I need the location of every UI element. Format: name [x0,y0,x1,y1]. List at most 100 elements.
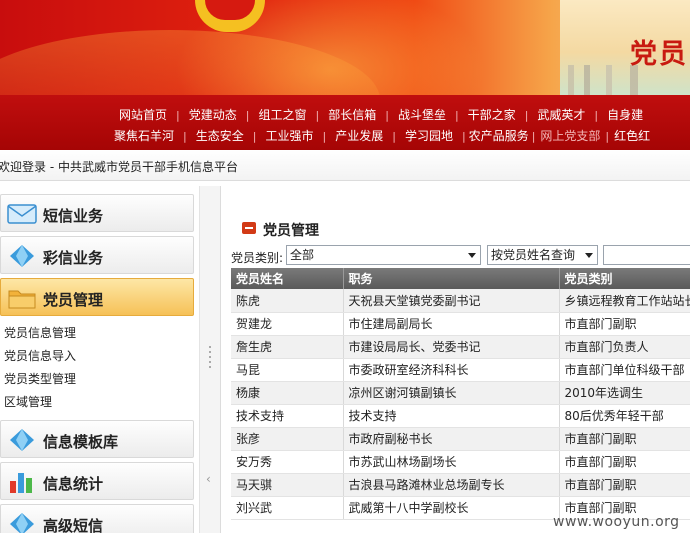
cell-name[interactable]: 安万秀 [231,450,344,474]
query-mode-select[interactable]: 按党员姓名查询 [487,245,598,265]
sidebar-splitter[interactable]: ‹ [200,186,220,533]
sidebar-section-templates[interactable]: 信息模板库 [0,420,194,458]
bar-chart-icon [10,473,32,493]
table-row[interactable]: 技术支持 技术支持 80后优秀年轻干部 [231,404,690,428]
collapse-arrow-icon[interactable]: ‹ [206,472,211,486]
sidebar-section-label: 党员管理 [43,291,104,309]
chevron-down-icon [585,253,593,258]
nav-link-eco-safety[interactable]: 生态安全 [187,127,253,145]
column-header-position[interactable]: 职务 [343,268,560,289]
member-type-select[interactable]: 全部 [286,245,481,265]
cell-name[interactable]: 刘兴武 [231,496,344,520]
member-type-select-value: 全部 [290,248,315,262]
query-mode-select-value: 按党员姓名查询 [491,248,576,262]
sidebar-section-label: 高级短信 [43,517,104,533]
cell-category: 市直部门单位科级干部 [559,358,690,382]
cell-position: 市苏武山林场副场长 [343,450,560,474]
table-row[interactable]: 杨康 凉州区谢河镇副镇长 2010年选调生 [231,381,690,405]
diamond-icon [10,245,34,267]
diamond-icon [10,513,34,533]
panel-title-icon [242,222,256,234]
main-panel: 党员管理 党员类别: 全部 按党员姓名查询 党员姓名 职务 党员类别 陈虎 天祝县… [220,186,690,533]
cell-name[interactable]: 张彦 [231,427,344,451]
cell-name[interactable]: 詹生虎 [231,335,344,359]
sidebar-section-advanced-sms[interactable]: 高级短信 [0,504,194,533]
page-title: 党员管理 [263,223,319,239]
nav-link-self-build[interactable]: 自身建 [598,106,652,124]
table-row[interactable]: 张彦 市政府副秘书长 市直部门副职 [231,427,690,451]
sidebar-section-label: 信息模板库 [43,433,119,451]
cell-category: 市直部门负责人 [559,335,690,359]
nav-link-home[interactable]: 网站首页 [110,106,176,124]
drag-handle-icon[interactable] [209,346,211,370]
column-header-category[interactable]: 党员类别 [559,268,690,289]
sidebar-item-member-import[interactable]: 党员信息导入 [4,347,76,364]
cell-position: 市政府副秘书长 [343,427,560,451]
cell-category: 市直部门副职 [559,312,690,336]
table-row[interactable]: 马昆 市委政研室经济科科长 市直部门单位科级干部 [231,358,690,382]
nav-link-industry[interactable]: 工业强市 [256,127,322,145]
member-table: 党员姓名 职务 党员类别 陈虎 天祝县天堂镇党委副书记 乡镇远程教育工作站站长 贺建… [231,268,690,520]
nav-link-online-branch[interactable]: 网上党支部 [535,127,605,145]
cell-name[interactable]: 陈虎 [231,289,344,313]
cell-category: 乡镇远程教育工作站站长 [559,289,690,313]
nav-link-agri-service[interactable]: 农产品服务 [466,127,532,145]
cell-position: 天祝县天堂镇党委副书记 [343,289,560,313]
nav-row-1: 网站首页 | 党建动态 | 组工之窗 | 部长信箱 | 战斗堡垒 | 干部之家 | 武威英才 | 自身建 [110,106,652,124]
cell-position: 市住建局副局长 [343,312,560,336]
cell-position: 市委政研室经济科科长 [343,358,560,382]
nav-link-party-news[interactable]: 党建动态 [180,106,246,124]
nav-link-development[interactable]: 产业发展 [326,127,392,145]
chevron-down-icon [468,253,476,258]
table-row[interactable]: 詹生虎 市建设局局长、党委书记 市直部门负责人 [231,335,690,359]
cell-category: 市直部门副职 [559,450,690,474]
nav-link-mailbox[interactable]: 部长信箱 [319,106,385,124]
banner-wave-decoration [0,30,380,95]
table-header-row: 党员姓名 职务 党员类别 [231,268,690,289]
sidebar-section-statistics[interactable]: 信息统计 [0,462,194,500]
sidebar: 短信业务 彩信业务 党员管理 党员信息管理 党员信息导入 党员类型管理 区域管理… [0,186,200,533]
sidebar-section-mms[interactable]: 彩信业务 [0,236,194,274]
cell-name[interactable]: 杨康 [231,381,344,405]
cell-position: 市建设局局长、党委书记 [343,335,560,359]
cell-name[interactable]: 贺建龙 [231,312,344,336]
column-header-name[interactable]: 党员姓名 [231,268,344,289]
sidebar-item-member-type[interactable]: 党员类型管理 [4,370,76,387]
nav-link-fortress[interactable]: 战斗堡垒 [389,106,455,124]
envelope-icon [7,204,37,224]
cell-position: 凉州区谢河镇副镇长 [343,381,560,405]
nav-link-org-window[interactable]: 组工之窗 [249,106,315,124]
nav-link-red[interactable]: 红色红 [609,127,655,145]
cell-position: 技术支持 [343,404,560,428]
sidebar-section-sms[interactable]: 短信业务 [0,194,194,232]
sidebar-section-member-manage[interactable]: 党员管理 [0,278,194,316]
cell-name[interactable]: 马昆 [231,358,344,382]
member-type-label: 党员类别: [231,251,284,265]
table-row[interactable]: 陈虎 天祝县天堂镇党委副书记 乡镇远程教育工作站站长 [231,289,690,313]
search-input[interactable] [603,245,690,265]
nav-row-2: 聚焦石羊河 | 生态安全 | 工业强市 | 产业发展 | 学习园地 | 农产品服务 | 网上党支部 | 红色… [110,127,655,145]
nav-link-shiyang-river[interactable]: 聚焦石羊河 [110,127,183,145]
main-nav: 网站首页 | 党建动态 | 组工之窗 | 部长信箱 | 战斗堡垒 | 干部之家 | 武威英才 | 自身建 聚… [0,95,690,150]
table-row[interactable]: 安万秀 市苏武山林场副场长 市直部门副职 [231,450,690,474]
cell-name[interactable]: 马天骐 [231,473,344,497]
nav-link-talent[interactable]: 武威英才 [528,106,594,124]
header-banner: 党员 [0,0,690,95]
party-emblem-icon [195,0,265,32]
sidebar-item-member-info[interactable]: 党员信息管理 [4,324,76,341]
cell-position: 武威第十八中学副校长 [343,496,560,520]
sidebar-section-label: 彩信业务 [43,249,104,267]
cell-category: 2010年选调生 [559,381,690,405]
folder-icon [8,290,36,309]
breadcrumb: 欢迎登录 - 中共武威市党员干部手机信息平台 [0,160,238,174]
nav-link-cadre-home[interactable]: 干部之家 [459,106,525,124]
cell-name[interactable]: 技术支持 [231,404,344,428]
table-row[interactable]: 马天骐 古浪县马路滩林业总场副专长 市直部门副职 [231,473,690,497]
sidebar-section-label: 短信业务 [43,207,104,225]
watermark-text: www.wooyun.org [553,514,680,530]
table-row[interactable]: 贺建龙 市住建局副局长 市直部门副职 [231,312,690,336]
cell-category: 80后优秀年轻干部 [559,404,690,428]
sidebar-item-region[interactable]: 区域管理 [4,393,52,410]
banner-brand-text: 党员 [630,39,688,70]
nav-link-study[interactable]: 学习园地 [396,127,462,145]
